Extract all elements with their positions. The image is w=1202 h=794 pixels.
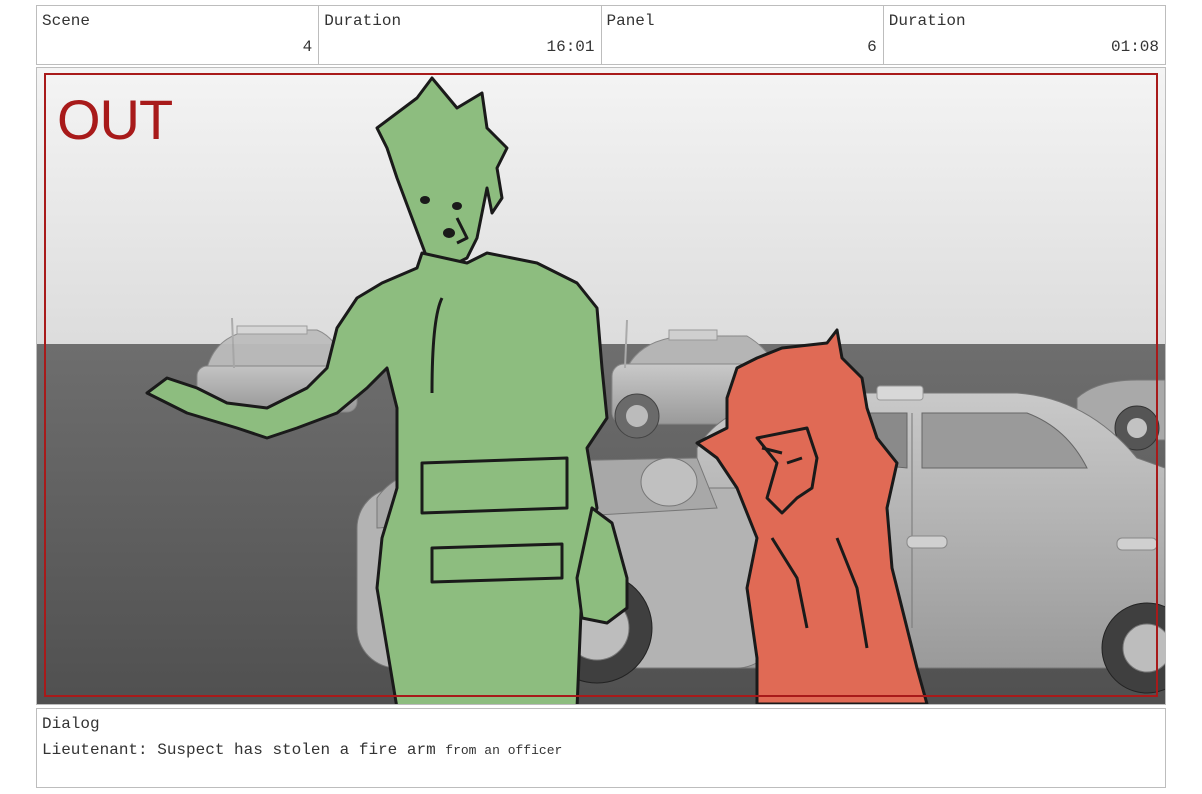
panel-header: Scene 4 Duration 16:01 Panel 6 Duration … bbox=[36, 5, 1166, 65]
panel-duration-label: Duration bbox=[888, 12, 966, 30]
dialog-label: Dialog bbox=[42, 715, 100, 733]
scene-duration-value: 16:01 bbox=[546, 38, 595, 56]
scene-illustration bbox=[37, 68, 1165, 704]
out-marker: OUT bbox=[57, 88, 173, 151]
panel-cell: Panel 6 bbox=[602, 6, 884, 64]
panel-label: Panel bbox=[606, 12, 655, 30]
panel-duration-value: 01:08 bbox=[1110, 38, 1159, 56]
dialog-line-small: from an officer bbox=[445, 743, 563, 758]
sky-background bbox=[37, 68, 1165, 348]
scene-label: Scene bbox=[42, 12, 91, 30]
dialog-text: Lieutenant: Suspect has stolen a fire ar… bbox=[42, 741, 562, 759]
scene-duration-cell: Duration 16:01 bbox=[319, 6, 602, 64]
panel-duration-cell: Duration 01:08 bbox=[884, 6, 1165, 64]
dialog-box: Dialog Lieutenant: Suspect has stolen a … bbox=[36, 708, 1166, 788]
dialog-line-main: Lieutenant: Suspect has stolen a fire ar… bbox=[42, 741, 436, 759]
panel-number: 6 bbox=[867, 38, 877, 56]
scene-cell: Scene 4 bbox=[37, 6, 320, 64]
scene-number: 4 bbox=[302, 38, 313, 56]
storyboard-frame: OUT bbox=[36, 67, 1166, 705]
scene-duration-label: Duration bbox=[324, 12, 402, 30]
